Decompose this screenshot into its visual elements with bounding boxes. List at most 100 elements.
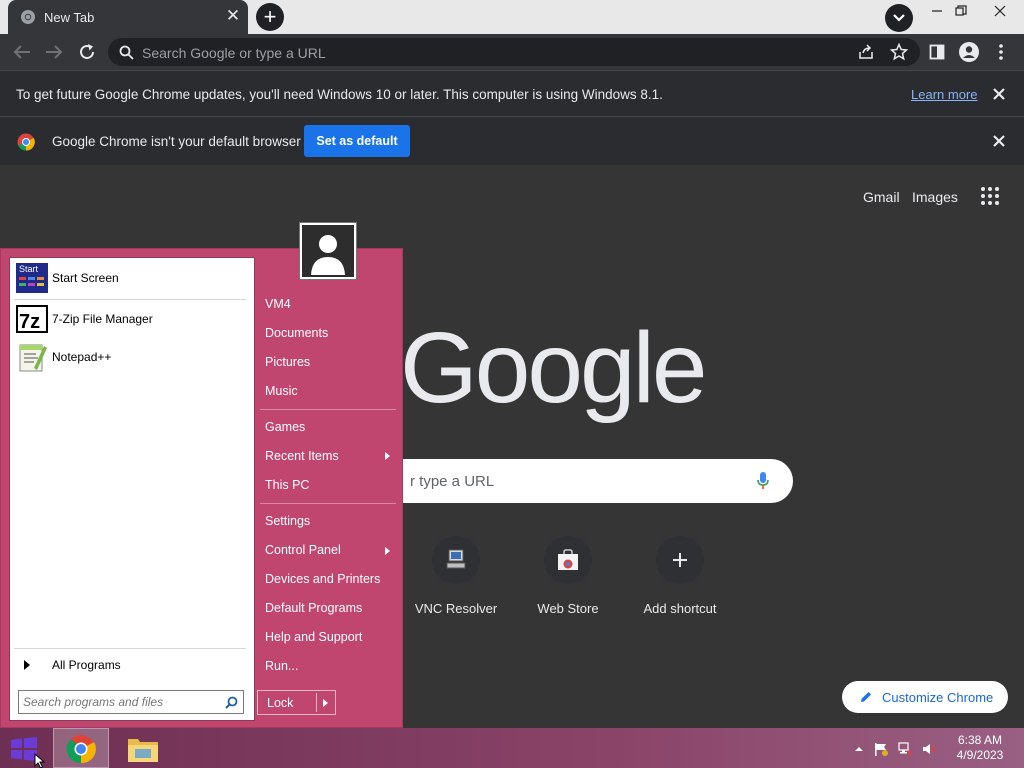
- start-link-run[interactable]: Run...: [265, 659, 298, 673]
- start-link-settings[interactable]: Settings: [265, 514, 310, 528]
- start-link-documents[interactable]: Documents: [265, 326, 328, 340]
- lock-button[interactable]: Lock: [257, 690, 336, 715]
- taskbar-chrome[interactable]: [53, 728, 109, 768]
- close-icon: [994, 5, 1006, 17]
- start-link-default-programs[interactable]: Default Programs: [265, 601, 362, 615]
- network-icon[interactable]: [898, 742, 912, 756]
- shortcut-label: Web Store: [537, 601, 599, 616]
- show-hidden-icons-icon[interactable]: [852, 742, 866, 756]
- learn-more-link[interactable]: Learn more: [911, 87, 977, 102]
- start-menu: Start Start Screen 7z 7-Zip File Manager…: [0, 248, 403, 728]
- start-screen-icon: Start: [16, 263, 48, 293]
- program-label: 7-Zip File Manager: [52, 312, 153, 326]
- action-center-flag-icon[interactable]: [874, 742, 888, 756]
- forward-arrow-icon[interactable]: [44, 43, 64, 61]
- program-start-screen[interactable]: Start Start Screen: [14, 261, 250, 295]
- start-link-devices-printers[interactable]: Devices and Printers: [265, 572, 380, 586]
- shortcut-vnc-resolver[interactable]: VNC Resolver: [400, 536, 512, 636]
- submenu-arrow-icon: [385, 547, 390, 555]
- start-link-pictures[interactable]: Pictures: [265, 355, 310, 369]
- start-menu-programs-pane: Start Start Screen 7z 7-Zip File Manager…: [9, 257, 255, 721]
- share-icon[interactable]: [858, 44, 874, 60]
- update-infobar: To get future Google Chrome updates, you…: [0, 70, 1024, 116]
- new-tab-button[interactable]: +: [256, 3, 284, 31]
- gmail-link[interactable]: Gmail: [863, 189, 900, 205]
- pencil-icon: [861, 692, 871, 702]
- tab-close-icon[interactable]: ✕: [224, 7, 242, 25]
- divider: [14, 299, 246, 300]
- tab-new-tab[interactable]: New Tab ✕: [8, 0, 248, 34]
- volume-muted-icon[interactable]: [922, 742, 936, 756]
- images-link[interactable]: Images: [912, 189, 958, 205]
- start-icon-label: Start: [19, 264, 39, 274]
- restore-window-button[interactable]: [946, 0, 976, 22]
- start-link-user[interactable]: VM4: [265, 297, 291, 311]
- start-link-help-support[interactable]: Help and Support: [265, 630, 362, 644]
- power-options-arrow-icon[interactable]: [323, 699, 328, 707]
- google-apps-icon[interactable]: [980, 186, 1000, 206]
- default-browser-text: Google Chrome isn't your default browser: [52, 134, 301, 149]
- start-link-control-panel[interactable]: Control Panel: [265, 543, 341, 557]
- 7zip-icon-label: 7z: [19, 311, 40, 333]
- start-link-this-pc[interactable]: This PC: [265, 478, 309, 492]
- set-as-default-button[interactable]: Set as default: [304, 125, 410, 157]
- divider: [14, 648, 246, 649]
- close-window-button[interactable]: [985, 0, 1015, 22]
- shortcut-web-store[interactable]: Web Store: [512, 536, 624, 636]
- browser-toolbar: Search Google or type a URL: [0, 34, 1024, 70]
- microphone-icon[interactable]: [757, 472, 769, 490]
- tab-strip: New Tab ✕ +: [0, 0, 1024, 34]
- notepadpp-icon: [19, 344, 47, 372]
- divider: [260, 409, 396, 410]
- customize-chrome-label: Customize Chrome: [882, 690, 994, 705]
- side-panel-icon[interactable]: [929, 44, 945, 60]
- user-avatar-icon: [302, 225, 354, 277]
- divider: [316, 693, 317, 712]
- bookmark-star-icon[interactable]: [890, 43, 908, 61]
- omnibox[interactable]: Search Google or type a URL: [108, 38, 920, 66]
- all-programs-button[interactable]: All Programs: [14, 654, 250, 676]
- more-menu-icon[interactable]: [996, 43, 1006, 61]
- start-link-music[interactable]: Music: [265, 384, 298, 398]
- program-7zip[interactable]: 7z 7-Zip File Manager: [14, 302, 250, 336]
- submenu-arrow-icon: [385, 452, 390, 460]
- vnc-icon: [432, 536, 480, 584]
- mouse-cursor-icon: [34, 753, 46, 768]
- chrome-icon: [66, 735, 96, 764]
- profile-avatar-icon[interactable]: [958, 41, 980, 63]
- lock-label: Lock: [267, 696, 294, 710]
- customize-chrome-button[interactable]: Customize Chrome: [842, 681, 1008, 713]
- taskbar-clock[interactable]: 6:38 AM 4/9/2023: [950, 733, 1010, 763]
- close-icon[interactable]: [992, 87, 1006, 101]
- back-arrow-icon[interactable]: [12, 43, 32, 61]
- program-notepadpp[interactable]: Notepad++: [14, 340, 250, 374]
- ntp-search-placeholder: r type a URL: [410, 473, 495, 490]
- user-avatar[interactable]: [300, 223, 356, 279]
- search-icon: [119, 45, 134, 60]
- folder-icon: [128, 739, 158, 762]
- start-search-input[interactable]: [23, 694, 213, 710]
- shortcut-label: Add shortcut: [643, 601, 717, 616]
- taskbar-file-explorer[interactable]: [115, 728, 171, 768]
- minimize-icon: [932, 10, 942, 12]
- reload-icon[interactable]: [77, 42, 97, 62]
- start-link-recent-items[interactable]: Recent Items: [265, 449, 339, 463]
- chevron-down-icon: [893, 14, 905, 22]
- program-label: Start Screen: [52, 271, 119, 285]
- start-link-games[interactable]: Games: [265, 420, 305, 434]
- start-button[interactable]: [0, 728, 56, 768]
- web-store-icon: [544, 536, 592, 584]
- chrome-logo-icon: [17, 133, 35, 151]
- system-tray: [850, 728, 950, 768]
- triangle-right-icon: [24, 660, 30, 670]
- start-search-box[interactable]: [18, 690, 244, 714]
- tab-search-button[interactable]: [885, 4, 913, 32]
- default-browser-infobar: Google Chrome isn't your default browser…: [0, 116, 1024, 165]
- google-logo: Google: [400, 312, 707, 424]
- shortcut-label: VNC Resolver: [414, 601, 498, 616]
- clock-time: 6:38 AM: [957, 733, 1003, 747]
- clock-date: 4/9/2023: [956, 748, 1004, 762]
- close-icon[interactable]: [992, 134, 1006, 148]
- search-icon[interactable]: [225, 696, 238, 709]
- shortcut-add[interactable]: Add shortcut: [624, 536, 736, 636]
